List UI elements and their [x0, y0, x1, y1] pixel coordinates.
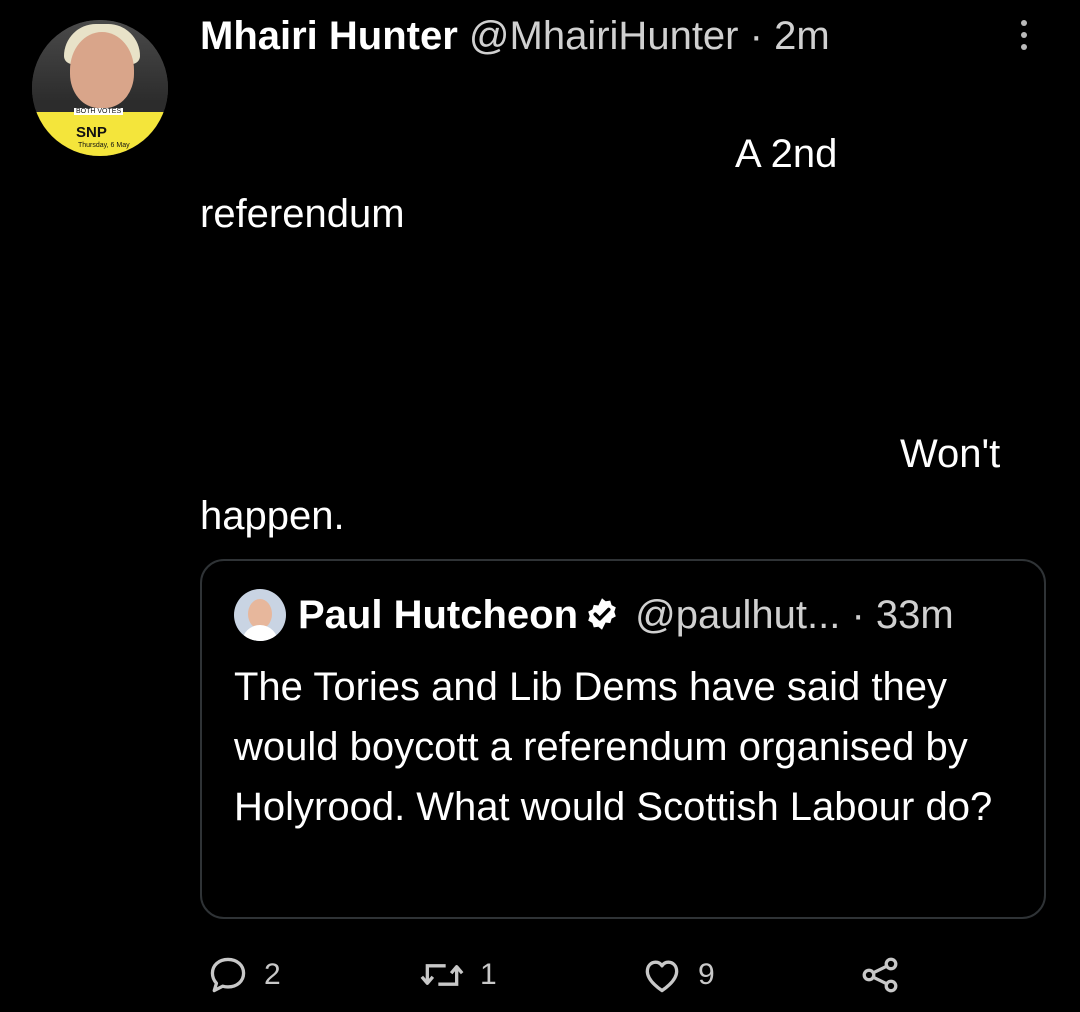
quoted-author-avatar[interactable] — [234, 589, 286, 641]
quoted-tweet-text: The Tories and Lib Dems have said they w… — [234, 665, 993, 829]
quoted-header-separator: · — [851, 593, 865, 637]
quoted-tweet[interactable]: Paul Hutcheon @paulhut... · 33m The Tori… — [200, 559, 1046, 919]
author-name[interactable]: Mhairi Hunter — [200, 14, 458, 58]
tweet-text-line4: happen. — [200, 494, 345, 538]
retweet-icon — [420, 964, 464, 986]
more-dot — [1021, 44, 1027, 50]
quoted-author-name[interactable]: Paul Hutcheon — [298, 593, 578, 637]
tweet-actions: 2 1 9 — [0, 950, 1080, 1000]
quoted-avatar-shirt — [242, 625, 278, 641]
avatar-badge-sub: Thursday, 6 May — [78, 142, 130, 149]
quoted-tweet-time[interactable]: 33m — [876, 593, 954, 637]
tweet-time[interactable]: 2m — [774, 14, 830, 58]
reply-button[interactable]: 2 — [206, 950, 281, 1000]
author-avatar[interactable]: BOTH VOTES SNP Thursday, 6 May — [32, 20, 168, 156]
reply-icon — [210, 957, 246, 993]
avatar-badge-top: BOTH VOTES — [74, 108, 124, 115]
quoted-author-handle[interactable]: @paulhut... — [635, 593, 840, 637]
tweet-text-line3: Won't — [900, 432, 1001, 476]
tweet-header: Mhairi Hunter @MhairiHunter · 2m — [200, 10, 830, 62]
more-options-icon[interactable] — [1014, 20, 1034, 56]
more-dot — [1021, 20, 1027, 26]
avatar-badge-main: SNP — [76, 124, 107, 141]
header-separator: · — [749, 14, 763, 58]
reply-count: 2 — [264, 958, 281, 991]
heart-icon — [645, 960, 679, 993]
more-dot — [1021, 32, 1027, 38]
share-button[interactable] — [858, 950, 902, 1000]
tweet-text-line1: A 2nd — [735, 132, 838, 176]
retweet-count: 1 — [480, 958, 497, 991]
quoted-tweet-header: Paul Hutcheon @paulhut... · 33m — [298, 589, 954, 645]
tweet-text-line2: referendum — [200, 192, 405, 236]
share-icon — [862, 957, 898, 993]
like-button[interactable]: 9 — [640, 950, 715, 1000]
verified-badge-icon — [584, 593, 620, 645]
retweet-button[interactable]: 1 — [418, 950, 497, 1000]
avatar-face — [70, 32, 134, 108]
like-count: 9 — [698, 958, 715, 991]
author-handle[interactable]: @MhairiHunter — [469, 14, 739, 58]
